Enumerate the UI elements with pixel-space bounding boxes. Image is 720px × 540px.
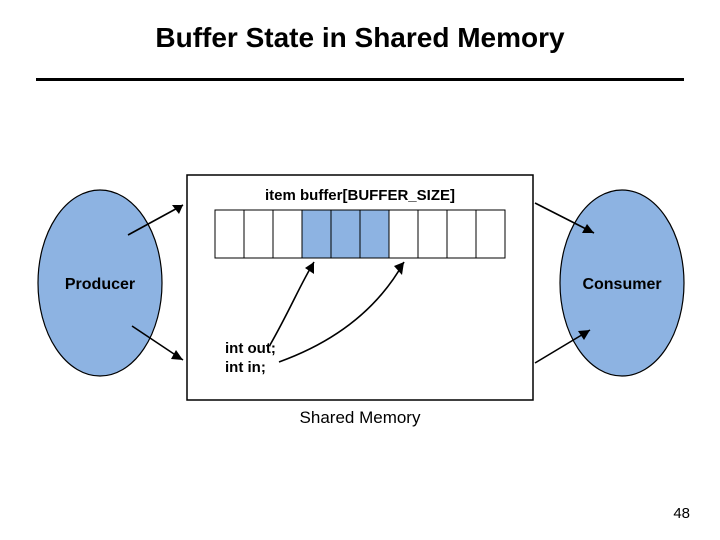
buffer-cell bbox=[302, 210, 331, 258]
buffer-cell bbox=[476, 210, 505, 258]
page-number: 48 bbox=[673, 505, 690, 522]
var-in-label: int in; bbox=[225, 359, 266, 376]
buffer-declaration: item buffer[BUFFER_SIZE] bbox=[265, 187, 455, 204]
buffer-cell bbox=[389, 210, 418, 258]
producer-label: Producer bbox=[65, 276, 135, 293]
consumer-label: Consumer bbox=[582, 276, 661, 293]
buffer-cell bbox=[244, 210, 273, 258]
buffer-cell bbox=[215, 210, 244, 258]
buffer-cell bbox=[360, 210, 389, 258]
buffer-cell bbox=[418, 210, 447, 258]
buffer-cell bbox=[273, 210, 302, 258]
buffer-cell bbox=[447, 210, 476, 258]
diagram-canvas: Producer Consumer item buffer[BUFFER_SIZ… bbox=[0, 0, 720, 540]
buffer-array bbox=[215, 210, 505, 258]
shared-memory-label: Shared Memory bbox=[0, 408, 720, 428]
buffer-cell bbox=[331, 210, 360, 258]
var-out-label: int out; bbox=[225, 340, 276, 357]
